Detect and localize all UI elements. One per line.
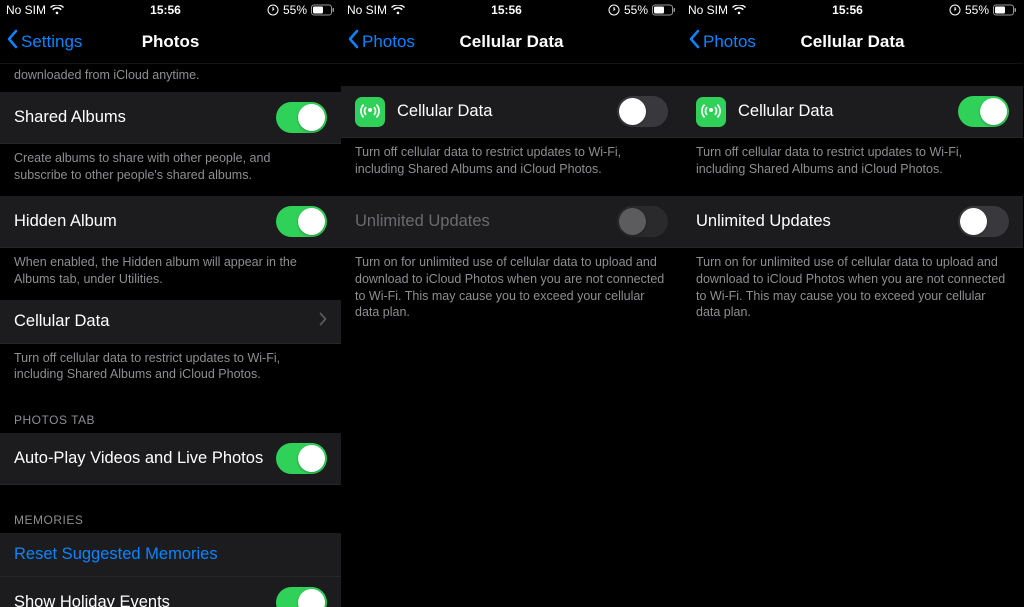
unlimited-updates-toggle[interactable] [958,206,1009,237]
back-label: Photos [362,32,415,52]
cellular-data-toggle[interactable] [958,96,1009,127]
hidden-album-footer: When enabled, the Hidden album will appe… [0,248,341,300]
chevron-left-icon [6,29,18,54]
hidden-album-label: Hidden Album [14,212,276,231]
chevron-right-icon [319,312,327,331]
unlimited-updates-label: Unlimited Updates [696,212,958,231]
clock-label: 15:56 [832,3,863,17]
row-unlimited-updates: Unlimited Updates [682,196,1023,248]
antenna-icon [355,97,385,127]
nav-bar: Settings Photos [0,20,341,64]
row-cellular-data[interactable]: Cellular Data [0,300,341,344]
antenna-icon [696,97,726,127]
carrier-label: No SIM [688,3,728,17]
orientation-lock-icon [949,4,961,16]
shared-albums-label: Shared Albums [14,108,276,127]
status-bar: No SIM 15:56 55% [682,0,1023,20]
cellular-data-toggle[interactable] [617,96,668,127]
row-hidden-album: Hidden Album [0,196,341,248]
hidden-album-toggle[interactable] [276,206,327,237]
show-holiday-toggle[interactable] [276,587,327,607]
screen-photos-settings: No SIM 15:56 55% Settings Photos downloa [0,0,341,607]
carrier-label: No SIM [6,3,46,17]
content-scroll[interactable]: Cellular Data Turn off cellular data to … [341,64,682,607]
back-label: Photos [703,32,756,52]
carrier-label: No SIM [347,3,387,17]
orientation-lock-icon [608,4,620,16]
row-reset-memories[interactable]: Reset Suggested Memories [0,533,341,577]
truncated-text: downloaded from iCloud anytime. [0,68,341,92]
row-shared-albums: Shared Albums [0,92,341,144]
unlimited-updates-footer: Turn on for unlimited use of cellular da… [682,248,1023,334]
reset-memories-label: Reset Suggested Memories [14,545,327,564]
clock-label: 15:56 [150,3,181,17]
shared-albums-footer: Create albums to share with other people… [0,144,341,196]
section-header-memories: MEMORIES [0,485,341,533]
battery-icon [652,4,676,16]
wifi-icon [50,5,64,15]
clock-label: 15:56 [491,3,522,17]
battery-icon [993,4,1017,16]
show-holiday-label: Show Holiday Events [14,593,276,607]
section-header-photos-tab: PHOTOS TAB [0,395,341,433]
cellular-data-footer: Turn off cellular data to restrict updat… [341,138,682,190]
row-cellular-data: Cellular Data [682,86,1023,138]
screen-cellular-off: No SIM 15:56 55% Photos Cellular Data [341,0,682,607]
row-cellular-data: Cellular Data [341,86,682,138]
back-label: Settings [21,32,82,52]
unlimited-updates-label: Unlimited Updates [355,212,617,231]
content-scroll[interactable]: downloaded from iCloud anytime. Shared A… [0,64,341,607]
back-button[interactable]: Settings [0,29,82,54]
battery-icon [311,4,335,16]
row-autoplay: Auto-Play Videos and Live Photos [0,433,341,485]
unlimited-updates-footer: Turn on for unlimited use of cellular da… [341,248,682,334]
status-bar: No SIM 15:56 55% [0,0,341,20]
back-button[interactable]: Photos [682,29,756,54]
autoplay-label: Auto-Play Videos and Live Photos [14,449,276,468]
battery-pct-label: 55% [283,3,307,17]
row-show-holiday: Show Holiday Events [0,577,341,607]
cellular-data-footer: Turn off cellular data to restrict updat… [682,138,1023,190]
back-button[interactable]: Photos [341,29,415,54]
autoplay-toggle[interactable] [276,443,327,474]
cellular-data-label: Cellular Data [397,102,605,121]
nav-bar: Photos Cellular Data [341,20,682,64]
chevron-left-icon [347,29,359,54]
battery-pct-label: 55% [624,3,648,17]
nav-bar: Photos Cellular Data [682,20,1023,64]
shared-albums-toggle[interactable] [276,102,327,133]
status-bar: No SIM 15:56 55% [341,0,682,20]
wifi-icon [391,5,405,15]
cellular-data-label: Cellular Data [14,312,319,331]
content-scroll[interactable]: Cellular Data Turn off cellular data to … [682,64,1023,607]
row-unlimited-updates: Unlimited Updates [341,196,682,248]
chevron-left-icon [688,29,700,54]
orientation-lock-icon [267,4,279,16]
battery-pct-label: 55% [965,3,989,17]
screen-cellular-on: No SIM 15:56 55% Photos Cellular Data [682,0,1023,607]
wifi-icon [732,5,746,15]
cellular-data-footer: Turn off cellular data to restrict updat… [0,344,341,396]
cellular-data-label: Cellular Data [738,102,946,121]
unlimited-updates-toggle [617,206,668,237]
